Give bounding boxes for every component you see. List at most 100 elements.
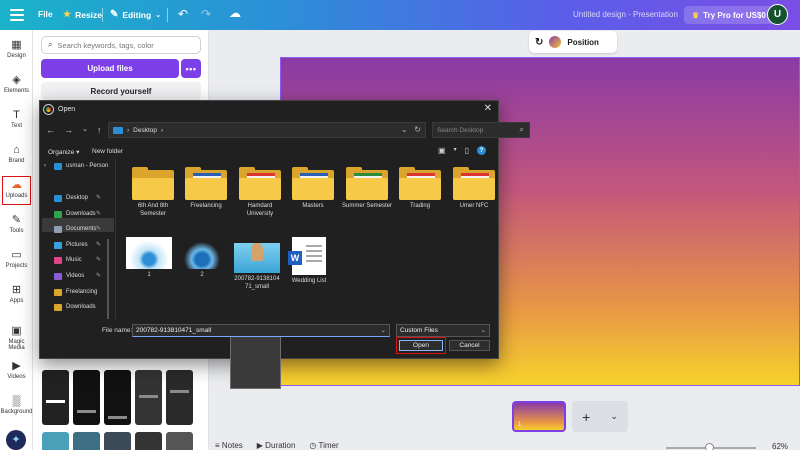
- file-name-input[interactable]: 200782-913810471_small ⌄: [132, 324, 390, 337]
- cloud-saved-icon[interactable]: ☁: [229, 6, 241, 20]
- folder-item[interactable]: Hamdard University: [235, 167, 285, 218]
- cloud-upload-icon: ☁: [11, 179, 22, 191]
- upload-thumbnail[interactable]: [73, 370, 100, 425]
- tree-item[interactable]: Downloads: [54, 209, 96, 219]
- file-type-select[interactable]: Custom Files ⌄: [396, 324, 490, 337]
- upload-thumbnail[interactable]: [42, 432, 69, 450]
- folder-item[interactable]: Summer Semester: [342, 167, 392, 211]
- image-file-item[interactable]: 200782-913810471_small: [232, 237, 282, 291]
- folder-item[interactable]: 6th And 8th Semester: [128, 167, 178, 218]
- folder-item[interactable]: Masters: [288, 167, 338, 211]
- pin-icon: ✎: [96, 257, 102, 263]
- upload-thumbnail[interactable]: [135, 432, 162, 450]
- notes-button[interactable]: ≡ Notes: [215, 441, 243, 450]
- upload-thumbnail[interactable]: [166, 370, 193, 425]
- organize-menu[interactable]: Organize ▾: [48, 148, 79, 156]
- view-icon[interactable]: ▣: [438, 146, 446, 155]
- tree-item[interactable]: Pictures: [54, 240, 88, 250]
- chevron-down-icon[interactable]: ▾: [454, 146, 457, 155]
- tree-item[interactable]: › usman - Person: [44, 161, 108, 171]
- tree-item[interactable]: Dank...: [54, 317, 85, 319]
- help-icon[interactable]: ?: [476, 146, 486, 155]
- tree-item[interactable]: Music: [54, 255, 82, 265]
- more-options-button[interactable]: •••: [181, 59, 201, 78]
- folder-item[interactable]: Trading: [395, 167, 445, 211]
- nav-label: Design: [7, 53, 26, 59]
- word-file-item[interactable]: W Wedding List: [284, 237, 334, 286]
- search-input[interactable]: ⌕ Search keywords, tags, color: [41, 36, 201, 54]
- add-page-button[interactable]: + ⌄: [572, 401, 628, 432]
- redo-icon[interactable]: ↷: [201, 7, 211, 21]
- tree-item[interactable]: Downloads: [54, 302, 96, 312]
- nav-projects[interactable]: ▭ Projects: [0, 249, 33, 269]
- nav-uploads[interactable]: ☁ Uploads: [0, 179, 33, 199]
- tree-item[interactable]: Desktop: [54, 193, 88, 203]
- image-file-item[interactable]: 1: [124, 237, 174, 280]
- text-icon: T: [13, 109, 20, 121]
- folder-item[interactable]: Umer NFC: [449, 167, 499, 211]
- file-menu[interactable]: File: [38, 9, 53, 19]
- tree-item[interactable]: Documents: [54, 224, 96, 234]
- open-button[interactable]: Open: [399, 340, 443, 351]
- nav-background[interactable]: ▒ Background: [0, 395, 33, 415]
- upload-thumbnail[interactable]: [73, 432, 100, 450]
- menu-icon[interactable]: [10, 9, 24, 21]
- duration-label: Duration: [265, 441, 296, 450]
- tree-item[interactable]: Freelancing: [54, 287, 97, 297]
- cancel-button[interactable]: Cancel: [449, 340, 490, 351]
- context-toolbar: ↻ Position: [529, 31, 617, 53]
- zoom-level[interactable]: 62%: [772, 442, 788, 450]
- nav-videos[interactable]: ▶ Videos: [0, 360, 33, 380]
- animate-icon[interactable]: ↻: [535, 37, 543, 48]
- navigation-scrollbar[interactable]: [107, 239, 109, 319]
- chevron-down-icon[interactable]: ⌄: [381, 325, 386, 336]
- try-pro-button[interactable]: ♛ Try Pro for US$0: [684, 6, 774, 24]
- zoom-slider-handle[interactable]: [705, 443, 714, 450]
- file-label: 1: [147, 272, 151, 278]
- nav-brand[interactable]: ⌂ Brand: [0, 144, 33, 164]
- upload-thumbnail[interactable]: [135, 370, 162, 425]
- document-title[interactable]: Untitled design - Presentation: [573, 10, 678, 19]
- magic-icon[interactable]: ✦: [6, 430, 26, 450]
- nav-text[interactable]: T Text: [0, 109, 33, 129]
- navigation-buttons: ← → ⌄ ↑: [46, 125, 101, 135]
- color-picker[interactable]: [549, 36, 562, 48]
- nav-apps[interactable]: ⊞ Apps: [0, 284, 33, 304]
- image-file-item[interactable]: 2: [177, 237, 227, 280]
- chevron-right-icon[interactable]: ›: [44, 163, 46, 169]
- preview-pane-icon[interactable]: ▯: [465, 146, 469, 155]
- chevron-down-icon[interactable]: ⌄: [82, 125, 88, 135]
- nav-design[interactable]: ▦ Design: [0, 39, 33, 59]
- dialog-search-placeholder: Search Desktop: [437, 126, 484, 134]
- refresh-icon[interactable]: ⌄ ↻: [401, 125, 421, 134]
- folder-item[interactable]: Freelancing: [181, 167, 231, 211]
- duration-button[interactable]: ▶ Duration: [257, 441, 296, 450]
- close-icon[interactable]: ✕: [484, 103, 492, 114]
- editing-mode-button[interactable]: ✎ Editing ⌄: [110, 9, 161, 20]
- page-thumbnail[interactable]: 1: [512, 401, 566, 432]
- upload-thumbnail[interactable]: [166, 432, 193, 450]
- back-icon[interactable]: ←: [46, 125, 55, 135]
- undo-icon[interactable]: ↶: [178, 7, 188, 21]
- tree-item[interactable]: Videos: [54, 271, 84, 281]
- avatar[interactable]: U: [767, 4, 788, 25]
- position-button[interactable]: Position: [567, 38, 599, 47]
- shapes-icon: ◈: [12, 74, 21, 86]
- record-yourself-button[interactable]: Record yourself: [41, 82, 201, 100]
- dialog-search-input[interactable]: Search Desktop ⌕: [432, 122, 530, 138]
- upload-thumbnail[interactable]: [42, 370, 69, 425]
- address-bar[interactable]: › Desktop › ⌄ ↻: [108, 122, 426, 138]
- resize-button[interactable]: ★ Resize: [63, 9, 102, 20]
- up-icon[interactable]: ↑: [97, 125, 102, 135]
- upload-files-button[interactable]: Upload files: [41, 59, 179, 78]
- image-thumbnail: [179, 237, 225, 269]
- upload-thumbnail[interactable]: [104, 432, 131, 450]
- upload-thumbnail[interactable]: [104, 370, 131, 425]
- nav-elements[interactable]: ◈ Elements: [0, 74, 33, 94]
- new-folder-button[interactable]: New folder: [92, 148, 123, 155]
- nav-tools[interactable]: ✎ Tools: [0, 214, 33, 234]
- timer-label: Timer: [318, 441, 339, 450]
- forward-icon[interactable]: →: [64, 125, 73, 135]
- nav-magic-media[interactable]: ▣ Magic Media: [0, 325, 33, 351]
- timer-button[interactable]: ◷ Timer: [309, 441, 338, 450]
